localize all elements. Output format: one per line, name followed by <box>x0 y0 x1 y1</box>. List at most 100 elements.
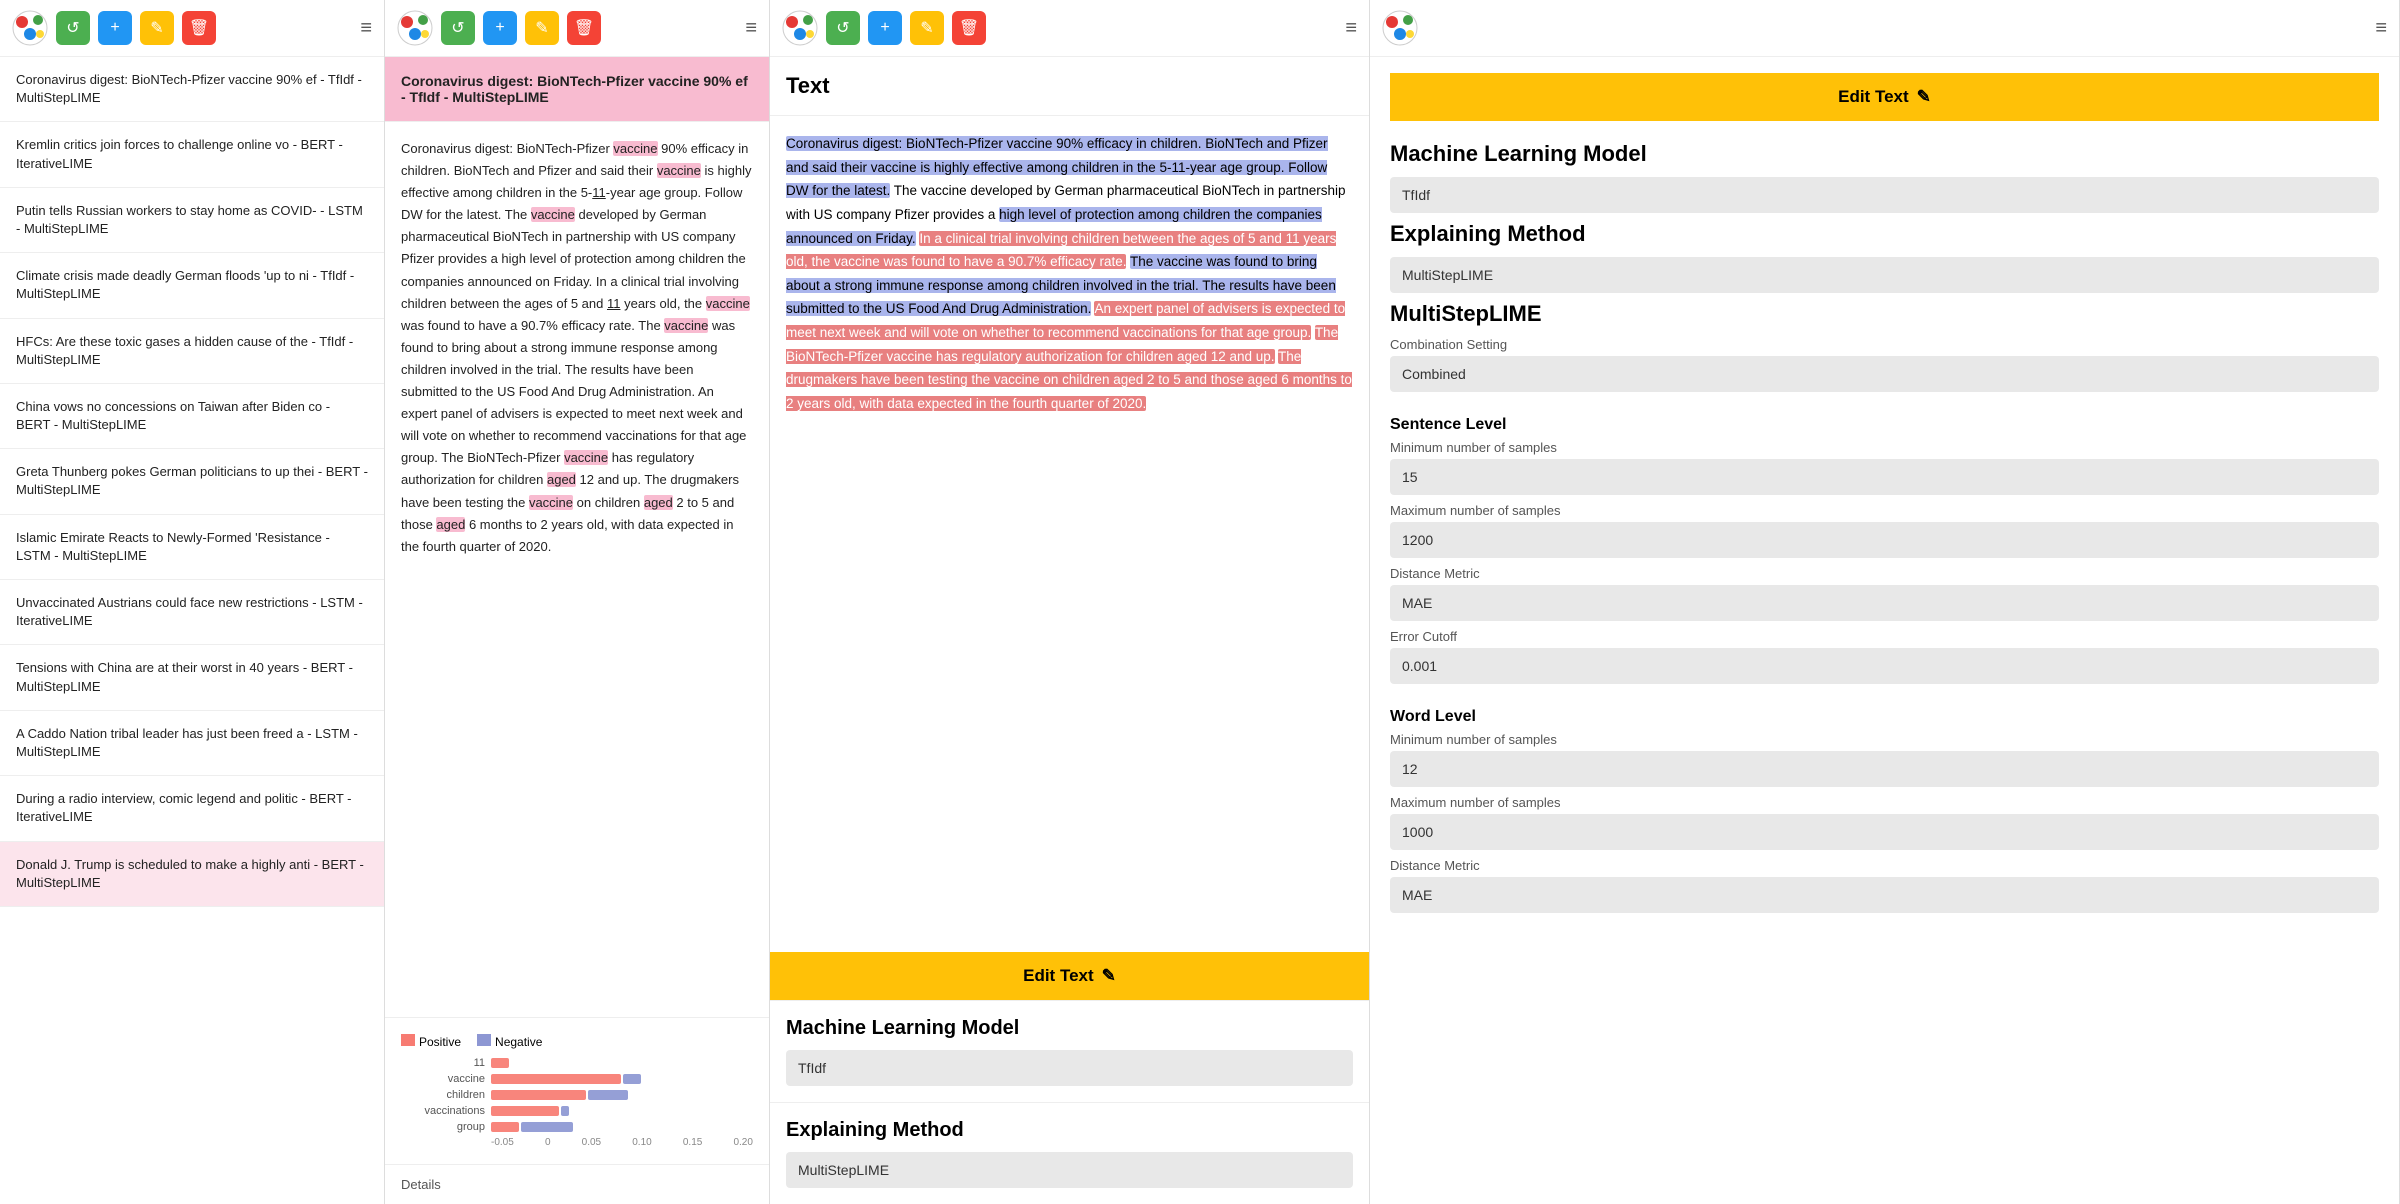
bar-positive <box>491 1122 519 1132</box>
bar-positive <box>491 1058 509 1068</box>
explaining-method-label: Explaining Method <box>786 1119 1353 1142</box>
chart-row-group: group <box>405 1121 753 1133</box>
toolbar-1: ↺ + ✎ 🗑 ≡ <box>0 0 384 57</box>
menu-button-2[interactable]: ≡ <box>745 17 757 40</box>
chart-row-vaccinations: vaccinations <box>405 1105 753 1117</box>
list-item[interactable]: China vows no concessions on Taiwan afte… <box>0 384 384 449</box>
delete-button[interactable]: 🗑 <box>182 11 216 45</box>
highlight-vaccine-7: vaccine <box>529 495 573 510</box>
list-item[interactable]: Tensions with China are at their worst i… <box>0 645 384 710</box>
highlight-vaccine-5: vaccine <box>664 318 708 333</box>
list-item[interactable]: Coronavirus digest: BioNTech-Pfizer vacc… <box>0 57 384 122</box>
article-list: Coronavirus digest: BioNTech-Pfizer vacc… <box>0 57 384 1204</box>
article-body: Coronavirus digest: BioNTech-Pfizer vacc… <box>385 122 769 1017</box>
logo-icon-3 <box>782 10 818 46</box>
logo-icon-2 <box>397 10 433 46</box>
list-item[interactable]: During a radio interview, comic legend a… <box>0 776 384 841</box>
list-item[interactable]: Donald J. Trump is scheduled to make a h… <box>0 842 384 907</box>
panel-article-detail: ↺ + ✎ 🗑 ≡ Coronavirus digest: BioNTech-P… <box>385 0 770 1204</box>
highlight-aged-1: aged <box>547 472 576 487</box>
ml-model-section: Machine Learning Model <box>770 1000 1369 1102</box>
refresh-button-2[interactable]: ↺ <box>441 11 475 45</box>
refresh-button-3[interactable]: ↺ <box>826 11 860 45</box>
chart-legend: Positive Negative <box>401 1034 753 1049</box>
p4-sentence-level-title: Sentence Level <box>1390 416 2379 434</box>
menu-button-4[interactable]: ≡ <box>2375 17 2387 40</box>
list-item[interactable]: Kremlin critics join forces to challenge… <box>0 122 384 187</box>
legend-positive <box>401 1034 415 1046</box>
explaining-method-section: Explaining Method <box>770 1102 1369 1204</box>
chart-section: Positive Negative 11 vaccine children <box>385 1017 769 1164</box>
p4-sentence-error-input[interactable] <box>1390 648 2379 684</box>
highlight-vaccine-1: vaccine <box>613 141 657 156</box>
panel-text-view: ↺ + ✎ 🗑 ≡ Text Coronavirus digest: BioNT… <box>770 0 1370 1204</box>
toolbar-2: ↺ + ✎ 🗑 ≡ <box>385 0 769 57</box>
p4-ml-model-input[interactable] <box>1390 177 2379 213</box>
edit-button-2[interactable]: ✎ <box>525 11 559 45</box>
highlight-span: Coronavirus digest: BioNTech-Pfizer vacc… <box>786 136 1328 198</box>
highlight-vaccine-6: vaccine <box>564 450 608 465</box>
toolbar-3: ↺ + ✎ 🗑 ≡ <box>770 0 1369 57</box>
edit-text-button[interactable]: Edit Text ✎ <box>770 952 1369 1000</box>
p4-word-distance-label: Distance Metric <box>1390 858 2379 873</box>
chart-row-vaccine: vaccine <box>405 1073 753 1085</box>
bar-positive <box>491 1090 586 1100</box>
article-header: Coronavirus digest: BioNTech-Pfizer vacc… <box>385 57 769 122</box>
legend-negative-label: Negative <box>495 1035 542 1049</box>
edit-button-3[interactable]: ✎ <box>910 11 944 45</box>
highlight-vaccine-4: vaccine <box>706 296 750 311</box>
edit-icon: ✎ <box>1102 966 1116 986</box>
p4-word-max-input[interactable] <box>1390 814 2379 850</box>
logo-icon <box>12 10 48 46</box>
p4-word-distance-input[interactable] <box>1390 877 2379 913</box>
add-button[interactable]: + <box>98 11 132 45</box>
chart-row-children: children <box>405 1089 753 1101</box>
ml-model-input[interactable] <box>786 1050 1353 1086</box>
explaining-method-input[interactable] <box>786 1152 1353 1188</box>
delete-button-3[interactable]: 🗑 <box>952 11 986 45</box>
highlight-aged-3: aged <box>436 517 465 532</box>
edit-button[interactable]: ✎ <box>140 11 174 45</box>
list-item[interactable]: Climate crisis made deadly German floods… <box>0 253 384 318</box>
panel-article-list: ↺ + ✎ 🗑 ≡ Coronavirus digest: BioNTech-P… <box>0 0 385 1204</box>
bar-negative <box>588 1090 628 1100</box>
p4-sentence-min-input[interactable] <box>1390 459 2379 495</box>
bar-negative <box>521 1122 573 1132</box>
p4-sentence-distance-label: Distance Metric <box>1390 566 2379 581</box>
list-item[interactable]: Putin tells Russian workers to stay home… <box>0 188 384 253</box>
list-item[interactable]: HFCs: Are these toxic gases a hidden cau… <box>0 319 384 384</box>
p4-combination-input[interactable] <box>1390 356 2379 392</box>
p4-word-level-title: Word Level <box>1390 708 2379 726</box>
add-button-3[interactable]: + <box>868 11 902 45</box>
list-item[interactable]: Greta Thunberg pokes German politicians … <box>0 449 384 514</box>
chart-axis: -0.0500.050.100.150.20 <box>405 1137 753 1148</box>
edit-text-button-top[interactable]: Edit Text ✎ <box>1390 73 2379 121</box>
list-item[interactable]: Islamic Emirate Reacts to Newly-Formed '… <box>0 515 384 580</box>
list-item[interactable]: A Caddo Nation tribal leader has just be… <box>0 711 384 776</box>
legend-positive-label: Positive <box>419 1035 461 1049</box>
chart-body: 11 vaccine children vacci <box>401 1057 753 1148</box>
p4-explaining-input[interactable] <box>1390 257 2379 293</box>
delete-button-2[interactable]: 🗑 <box>567 11 601 45</box>
p4-sentence-distance-input[interactable] <box>1390 585 2379 621</box>
p4-combination-label: Combination Setting <box>1390 337 2379 352</box>
text-section-header: Text <box>770 57 1369 116</box>
list-item[interactable]: Unvaccinated Austrians could face new re… <box>0 580 384 645</box>
panel-settings: ≡ Edit Text ✎ Machine Learning Model Exp… <box>1370 0 2400 1204</box>
toolbar-4: ≡ <box>1370 0 2399 57</box>
bar-positive <box>491 1106 559 1116</box>
p4-sentence-error-label: Error Cutoff <box>1390 629 2379 644</box>
highlight-vaccine-3: vaccine <box>531 207 575 222</box>
bar-negative <box>561 1106 569 1116</box>
details-link[interactable]: Details <box>385 1164 769 1204</box>
chart-row-11: 11 <box>405 1057 753 1069</box>
refresh-button[interactable]: ↺ <box>56 11 90 45</box>
p4-ml-model-title: Machine Learning Model <box>1390 141 2379 167</box>
p4-word-max-label: Maximum number of samples <box>1390 795 2379 810</box>
menu-button[interactable]: ≡ <box>360 17 372 40</box>
p4-sentence-max-input[interactable] <box>1390 522 2379 558</box>
p4-explaining-title: Explaining Method <box>1390 221 2379 247</box>
p4-word-min-input[interactable] <box>1390 751 2379 787</box>
menu-button-3[interactable]: ≡ <box>1345 17 1357 40</box>
add-button-2[interactable]: + <box>483 11 517 45</box>
